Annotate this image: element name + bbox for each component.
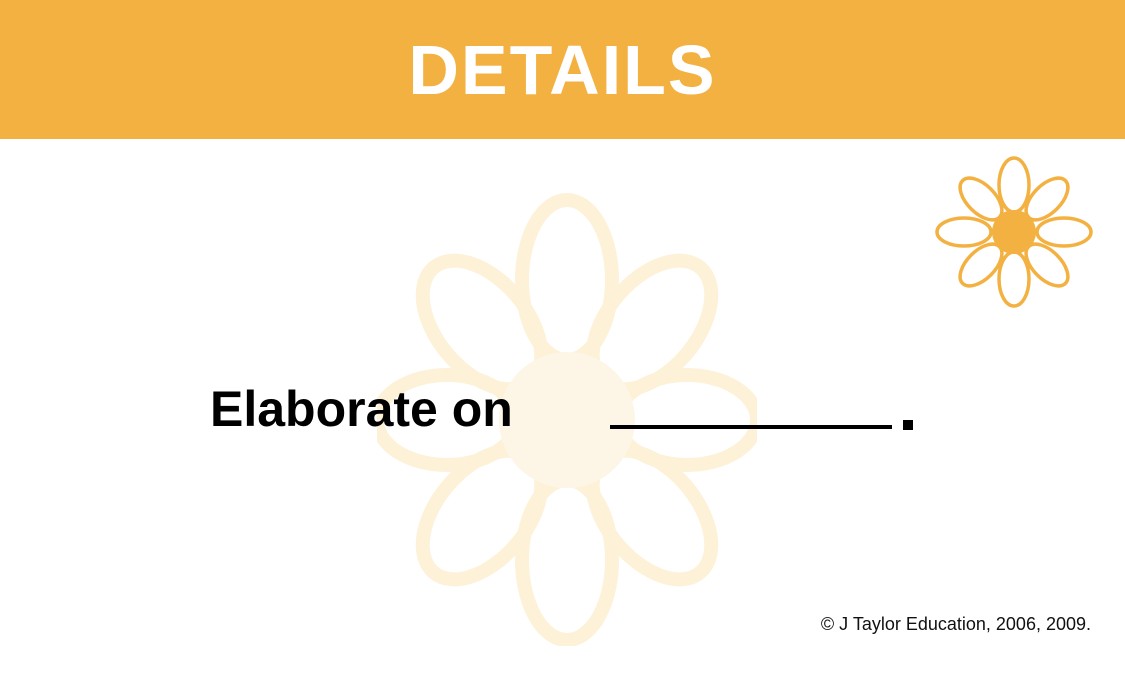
page-title: DETAILS xyxy=(408,31,717,109)
fill-in-blank-line xyxy=(610,425,892,429)
prompt-period xyxy=(903,420,913,430)
header-banner: DETAILS xyxy=(0,0,1125,139)
daisy-icon xyxy=(935,156,1093,308)
copyright-notice: © J Taylor Education, 2006, 2009. xyxy=(820,614,1091,634)
prompt-text: Elaborate on xyxy=(210,381,513,437)
